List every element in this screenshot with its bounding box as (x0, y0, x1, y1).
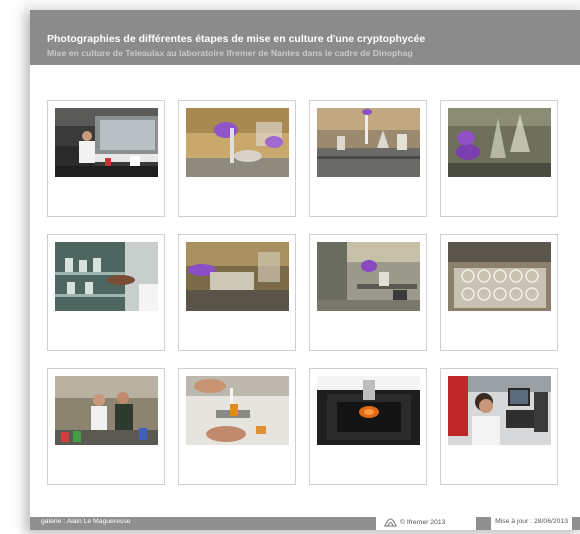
page-footer: galerie : Alain Le Magueresse © Ifremer … (30, 514, 580, 530)
thumbnail-card[interactable] (47, 100, 165, 217)
last-updated: Mise à jour : 28/06/2013 (491, 514, 572, 530)
thumbnail-card[interactable] (309, 100, 427, 217)
ifremer-logo-icon (384, 514, 397, 532)
thumbnail-card[interactable] (309, 234, 427, 351)
photo-grid (47, 100, 567, 495)
gallery-header: Photographies de différentes étapes de m… (30, 10, 580, 65)
thumbnail-card[interactable] (440, 100, 558, 217)
page-subtitle: Mise en culture de Teleaulax au laborato… (47, 48, 413, 58)
photo-gloved-hands-flasks[interactable] (448, 108, 551, 177)
thumbnail-card[interactable] (440, 368, 558, 485)
photo-researcher-microscope[interactable] (448, 376, 551, 445)
thumbnail-card[interactable] (178, 100, 296, 217)
photo-two-researchers[interactable] (55, 376, 158, 445)
thumbnail-card[interactable] (178, 234, 296, 351)
thumbnail-card[interactable] (309, 368, 427, 485)
photo-pipetting-orange[interactable] (186, 376, 289, 445)
thumbnail-card[interactable] (47, 368, 165, 485)
copyright-block: © Ifremer 2013 (376, 514, 476, 530)
copyright-text: © Ifremer 2013 (400, 519, 446, 526)
thumbnail-card[interactable] (47, 234, 165, 351)
thumbnail-card[interactable] (178, 368, 296, 485)
photo-glass-shelf-flasks[interactable] (55, 242, 158, 311)
photo-gloved-hands-pipette[interactable] (186, 108, 289, 177)
thumbnail-card[interactable] (440, 234, 558, 351)
photo-gloved-hand-plate[interactable] (186, 242, 289, 311)
photo-multiwell-plates[interactable] (448, 242, 551, 311)
gallery-page: Photographies de différentes étapes de m… (30, 10, 580, 530)
photo-bench-purple-glove[interactable] (317, 242, 420, 311)
page-title: Photographies de différentes étapes de m… (47, 33, 426, 45)
photo-lab-hood-worker[interactable] (55, 108, 158, 177)
photo-microscope-stage[interactable] (317, 376, 420, 445)
gallery-credit: galerie : Alain Le Magueresse (41, 518, 131, 525)
photo-pipette-glassware[interactable] (317, 108, 420, 177)
